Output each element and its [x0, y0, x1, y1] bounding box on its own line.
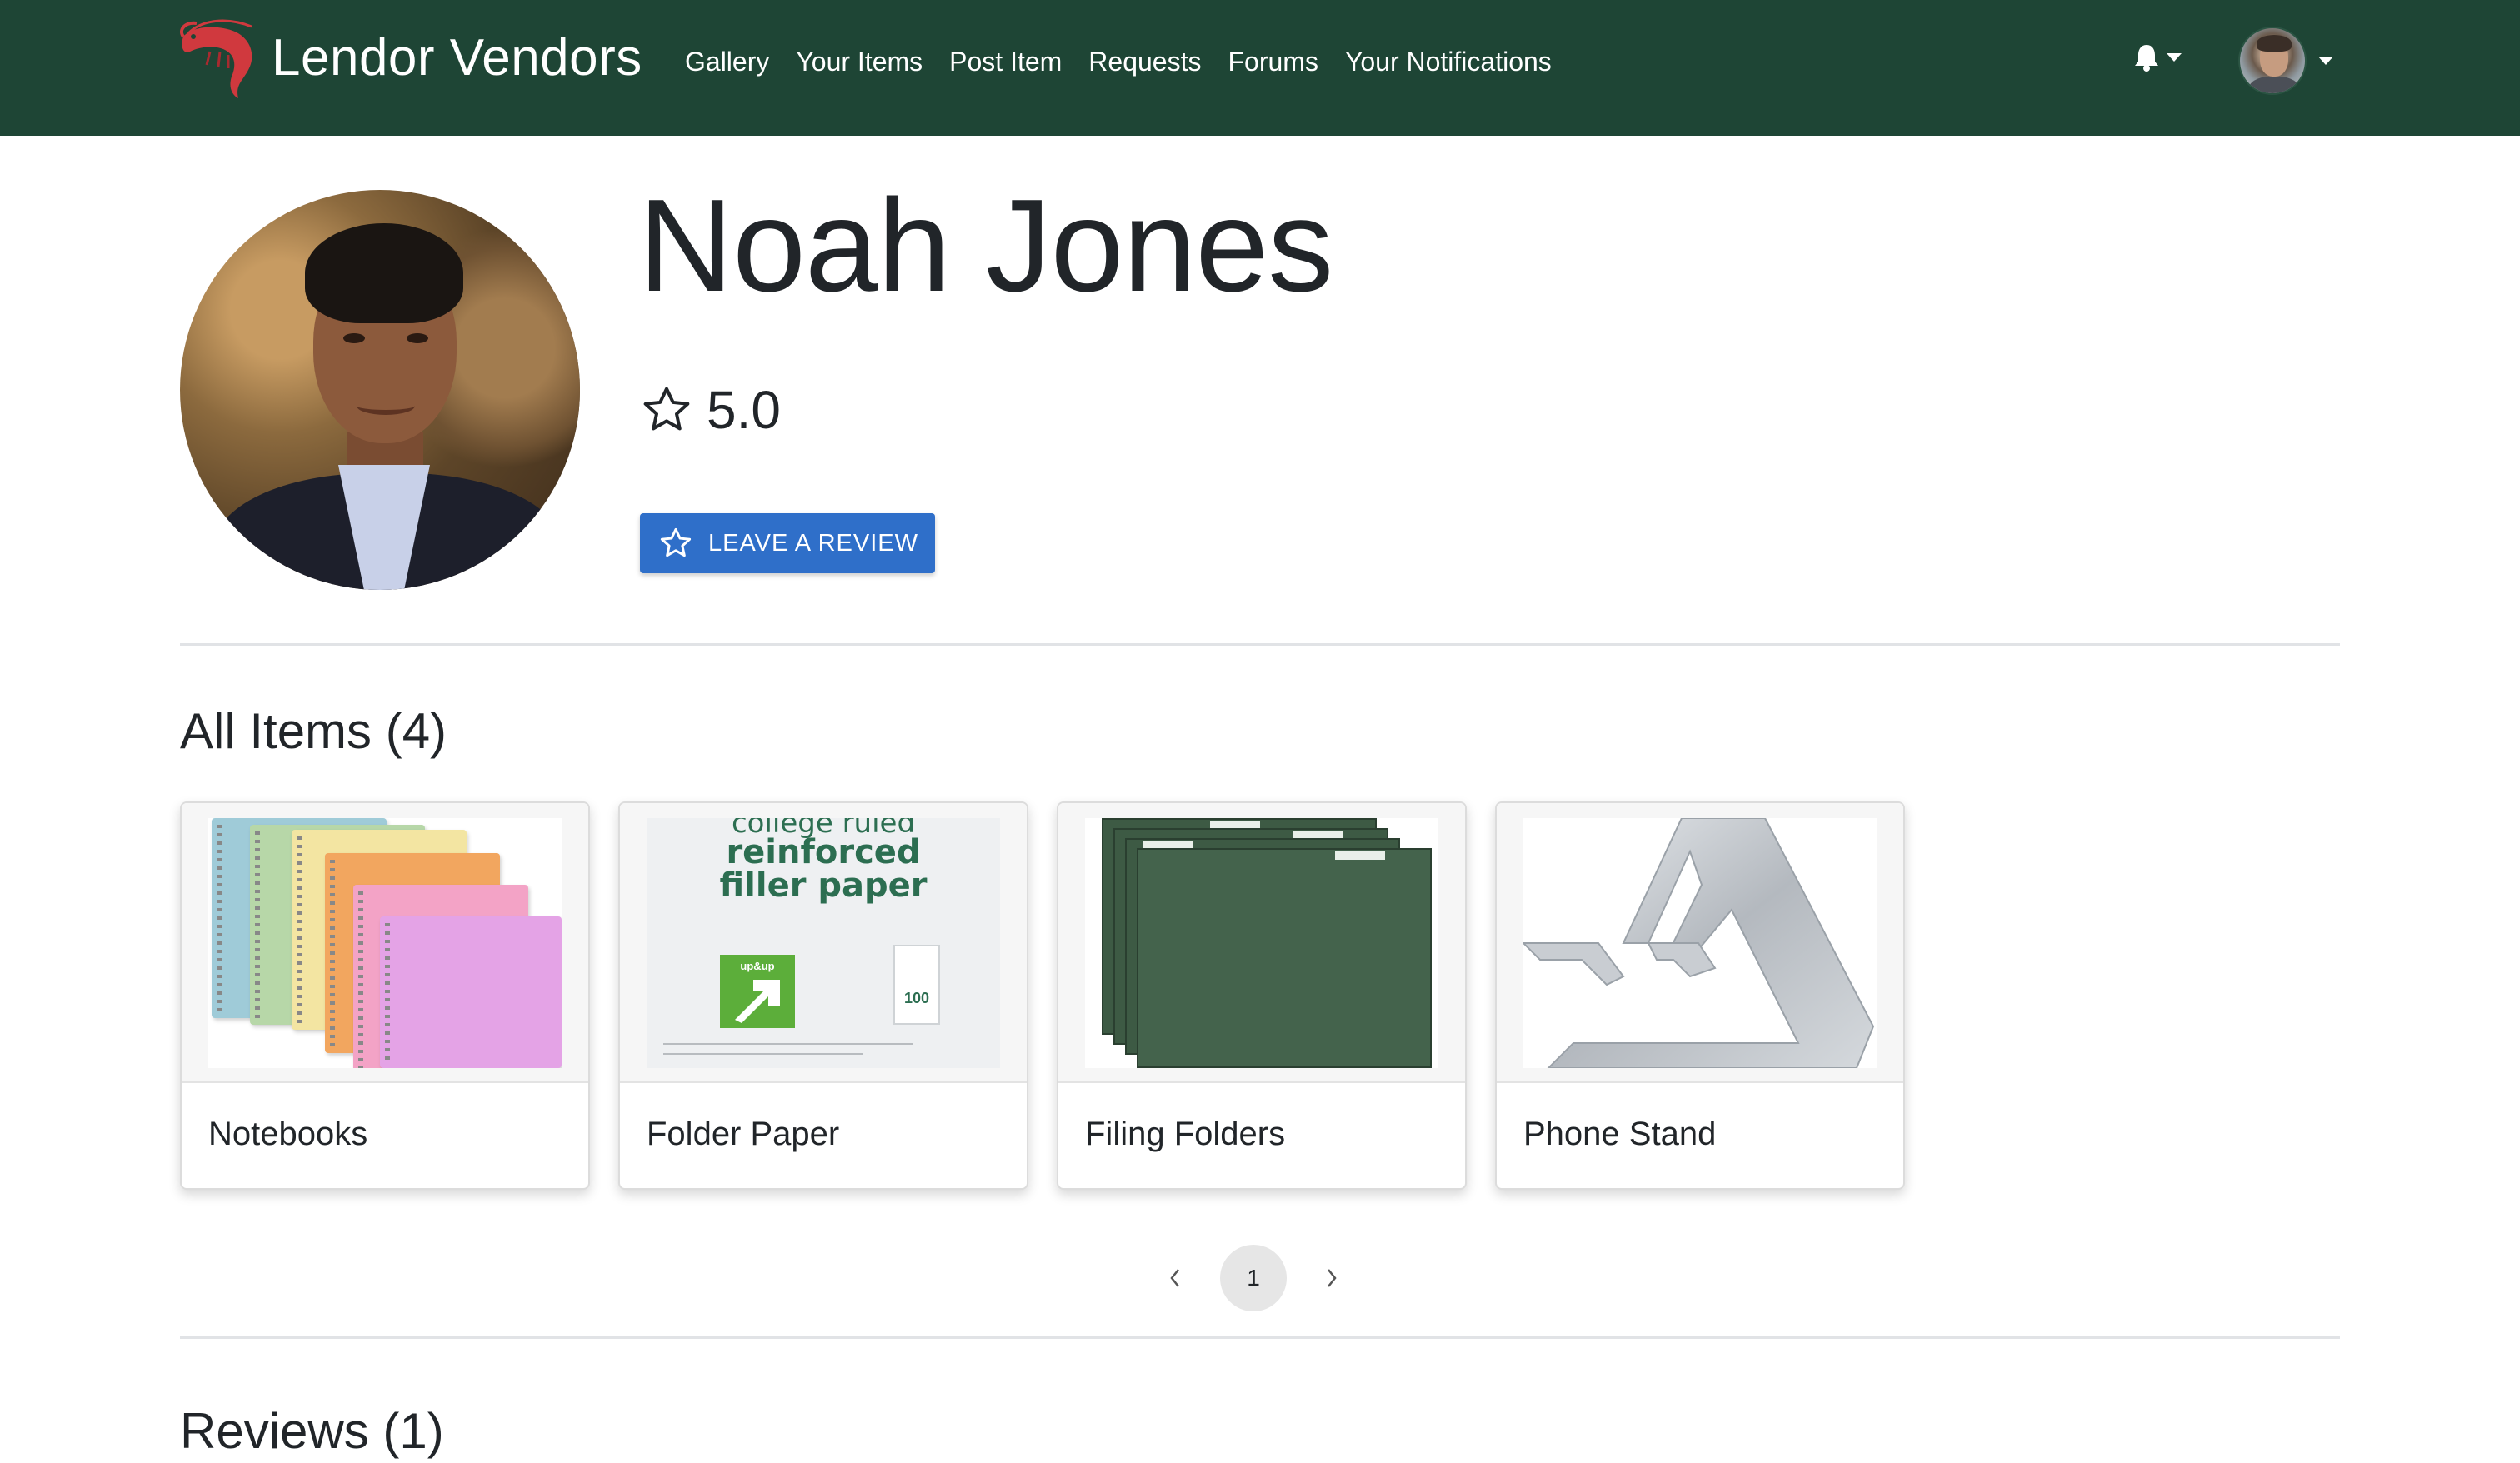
item-image-container — [1497, 803, 1903, 1083]
item-card-folder-paper[interactable]: college ruled reinforced filler paper up… — [618, 801, 1028, 1190]
next-page-button[interactable] — [1315, 1261, 1348, 1295]
user-avatar[interactable] — [2238, 27, 2307, 95]
previous-page-button[interactable] — [1158, 1261, 1192, 1295]
item-card-title: Notebooks — [208, 1116, 368, 1152]
star-outline-icon — [660, 527, 692, 557]
bell-icon — [2135, 45, 2158, 72]
page-button-current[interactable]: 1 — [1220, 1245, 1287, 1311]
chevron-right-icon — [1328, 1269, 1337, 1287]
profile-photo — [180, 190, 580, 590]
item-card-filing-folders[interactable]: Filing Folders — [1057, 801, 1467, 1190]
divider — [180, 1336, 2340, 1339]
nav-link-your-items[interactable]: Your Items — [796, 43, 922, 80]
items-grid: Notebooks college ruled reinforced fille… — [180, 801, 1905, 1190]
shrimp-logo-icon[interactable] — [177, 18, 260, 105]
nav-link-gallery[interactable]: Gallery — [685, 43, 769, 80]
pagination: 1 — [1158, 1245, 1348, 1311]
nav-link-post-item[interactable]: Post Item — [949, 43, 1062, 80]
item-card-title: Phone Stand — [1523, 1116, 1717, 1152]
items-section-title: All Items (4) — [180, 703, 448, 759]
item-image-container — [1058, 803, 1465, 1083]
item-image-container — [182, 803, 588, 1083]
item-card-notebooks[interactable]: Notebooks — [180, 801, 590, 1190]
notebooks-image — [208, 818, 562, 1068]
nav-link-forums[interactable]: Forums — [1228, 43, 1318, 80]
filing-folders-image — [1085, 818, 1438, 1068]
item-card-title: Filing Folders — [1085, 1116, 1286, 1152]
rating-value: 5.0 — [707, 380, 781, 440]
caret-down-icon — [2167, 53, 2182, 62]
phone-stand-image — [1523, 818, 1877, 1068]
reviews-section-title: Reviews (1) — [180, 1403, 444, 1459]
divider — [180, 643, 2340, 646]
up-and-up-logo: up&up — [720, 955, 795, 1028]
caret-down-icon — [2318, 57, 2333, 65]
star-outline-icon — [643, 387, 690, 431]
notifications-dropdown[interactable] — [2133, 43, 2182, 72]
top-navbar: Lendor Vendors Gallery Your Items Post I… — [0, 0, 2520, 136]
nav-link-your-notifications[interactable]: Your Notifications — [1345, 43, 1552, 80]
profile-name: Noah Jones — [638, 172, 1333, 319]
chevron-left-icon — [1170, 1269, 1179, 1287]
nav-link-requests[interactable]: Requests — [1088, 43, 1201, 80]
user-menu-dropdown[interactable] — [2238, 27, 2333, 95]
sheet-count-badge: 100 — [893, 945, 940, 1025]
nav-links: Gallery Your Items Post Item Requests Fo… — [685, 43, 1552, 80]
item-image-container: college ruled reinforced filler paper up… — [620, 803, 1027, 1083]
item-card-phone-stand[interactable]: Phone Stand — [1495, 801, 1905, 1190]
item-card-title: Folder Paper — [647, 1116, 840, 1152]
rating: 5.0 — [640, 377, 781, 443]
brand-name[interactable]: Lendor Vendors — [272, 25, 642, 92]
leave-review-button[interactable]: LEAVE A REVIEW — [640, 513, 935, 573]
filler-paper-image: college ruled reinforced filler paper up… — [647, 818, 1000, 1068]
leave-review-label: LEAVE A REVIEW — [708, 529, 919, 557]
